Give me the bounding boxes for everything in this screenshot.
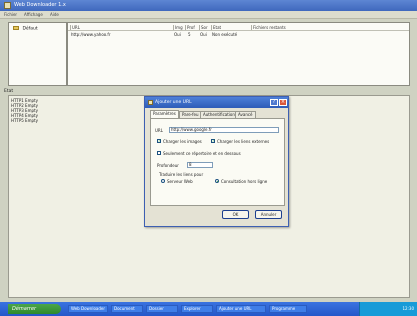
dialog-icon [148,100,153,105]
taskbar-item[interactable]: Dossier [146,305,178,313]
menu-bar: Fichier Affichage Aide [0,11,417,19]
taskbar-item[interactable]: Document [111,305,143,313]
tray-clock: 12:30 [402,306,414,311]
menu-fichier[interactable]: Fichier [4,12,17,17]
consultation-radio[interactable] [215,179,219,183]
seulement-repertoire-label: Seulement ce répertoire et en dessous [163,151,241,156]
taskbar: Démarrer Web Downloader Document Dossier… [0,302,417,316]
folder-label: Défaut [22,26,38,32]
annuler-button[interactable]: Annuler [255,210,282,219]
tab-parametres[interactable]: Paramètres [150,110,179,118]
profondeur-input[interactable]: 8 [187,162,213,168]
tab-panel-parametres: URL http://www.google.fr ✓ Charger les i… [150,118,285,206]
dialog-title-bar: Ajouter une URL ? × [145,97,288,108]
folder-pane: Défaut [8,22,67,86]
cell-url: http://www.yahoo.fr [71,32,111,37]
cell-sor: Oui [200,32,207,37]
traduire-label: Traduire les liens pour [159,172,204,177]
profondeur-label: Profondeur [157,163,179,168]
app-icon [4,2,11,9]
start-button[interactable]: Démarrer [8,304,61,314]
menu-affichage[interactable]: Affichage [24,12,43,17]
dialog-title: Ajouter une URL [155,100,192,105]
charger-images-checkbox[interactable]: ✓ [157,139,161,143]
add-url-dialog: Ajouter une URL ? × Paramètres Pare-feu … [144,96,289,227]
cell-prof: 5 [188,32,191,37]
charger-liens-label: Charger les liens externes [217,139,270,144]
header-divider [68,30,409,31]
cell-img: Oui [174,32,181,37]
tab-pare-feu[interactable]: Pare-feu [179,111,202,118]
help-button[interactable]: ? [270,99,278,106]
charger-images-label: Charger les images [163,139,202,144]
status-section-label: Etat [4,89,14,94]
taskbar-item[interactable]: Explorer [181,305,213,313]
system-tray: 12:30 [359,302,417,316]
serveur-web-radio[interactable] [161,179,165,183]
url-list[interactable]: URL Img Prof Sor Etat Fichiers restants … [67,22,410,86]
url-label: URL [155,128,163,133]
folder-icon [13,26,19,30]
consultation-label: Consultation hors ligne [221,179,268,184]
folder-item-defaut[interactable]: Défaut [13,26,38,32]
seulement-repertoire-checkbox[interactable] [157,151,161,155]
status-line: HTTP5 Empty [11,118,38,123]
taskbar-item[interactable]: Web Downloader [68,305,108,313]
close-button[interactable]: × [279,99,287,106]
tab-authentification[interactable]: Authentification [200,111,238,118]
ok-button[interactable]: OK [222,210,249,219]
cell-etat: Non exécuté [212,32,238,37]
menu-aide[interactable]: Aide [50,12,59,17]
window-title: Web Downloader 1.x [14,2,66,8]
charger-liens-checkbox[interactable]: ✓ [211,139,215,143]
taskbar-item[interactable]: Ajouter une URL [216,305,266,313]
url-input[interactable]: http://www.google.fr [169,127,279,133]
tab-avance[interactable]: Avancé [235,111,256,118]
window-title-bar: Web Downloader 1.x [0,0,417,11]
taskbar-item[interactable]: Programme [269,305,307,313]
serveur-web-label: Serveur Web [167,179,193,184]
